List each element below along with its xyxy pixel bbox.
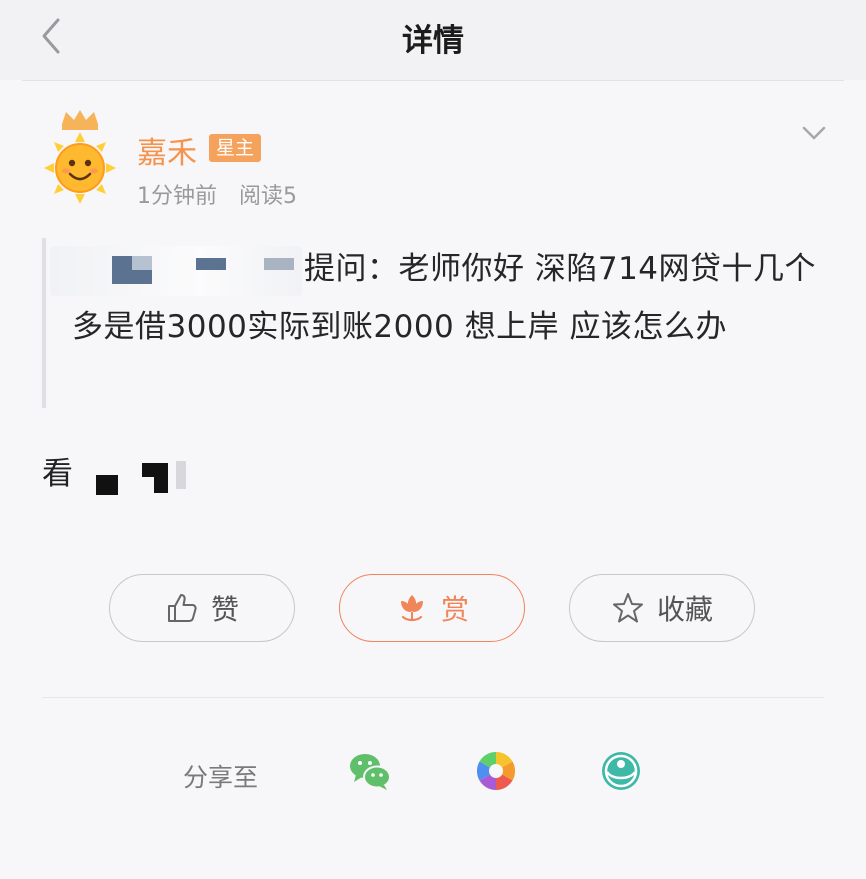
reward-label: 赏 xyxy=(440,593,469,626)
share-label: 分享至 xyxy=(183,763,259,792)
moments-icon xyxy=(476,751,516,791)
redacted-body-mask xyxy=(82,455,192,495)
lotus-icon xyxy=(400,595,423,622)
circle-icon xyxy=(602,752,640,790)
share-circle-button[interactable] xyxy=(600,750,642,792)
favorite-button[interactable]: 收藏 xyxy=(569,574,755,642)
mosaic-block xyxy=(176,461,186,489)
wechat-icon xyxy=(350,754,391,790)
like-label: 赞 xyxy=(210,593,239,626)
sun-crown-avatar-icon xyxy=(44,110,116,204)
share-wechat-button[interactable] xyxy=(348,750,391,792)
page-title: 详情 xyxy=(402,22,464,59)
star-icon xyxy=(612,593,643,623)
reward-button[interactable]: 赏 xyxy=(339,574,525,642)
quoted-question: 提问：老师你好 深陷714网贷十几个多是借3000实际到账2000 想上岸 应该… xyxy=(72,240,832,356)
mosaic-block xyxy=(96,475,118,495)
mosaic-block xyxy=(154,475,168,493)
owner-badge: 星主 xyxy=(209,134,262,162)
post-body: 看 xyxy=(42,456,73,492)
like-button[interactable]: 赞 xyxy=(109,574,295,642)
read-count: 阅读5 xyxy=(239,184,297,209)
post-meta: 1分钟前 阅读5 xyxy=(137,178,297,210)
quote-bar xyxy=(42,238,46,408)
chevron-down-icon xyxy=(802,126,826,140)
share-moments-button[interactable] xyxy=(475,750,517,792)
nav-divider xyxy=(22,80,844,81)
favorite-label: 收藏 xyxy=(656,593,713,626)
question-text: 提问：老师你好 深陷714网贷十几个多是借3000实际到账2000 想上岸 应该… xyxy=(72,251,817,345)
more-button[interactable] xyxy=(800,122,828,146)
content-divider xyxy=(42,697,824,698)
avatar[interactable] xyxy=(44,108,116,204)
post-time: 1分钟前 xyxy=(137,184,217,209)
author-name[interactable]: 嘉禾 xyxy=(137,128,197,172)
thumbs-up-icon xyxy=(167,594,197,622)
